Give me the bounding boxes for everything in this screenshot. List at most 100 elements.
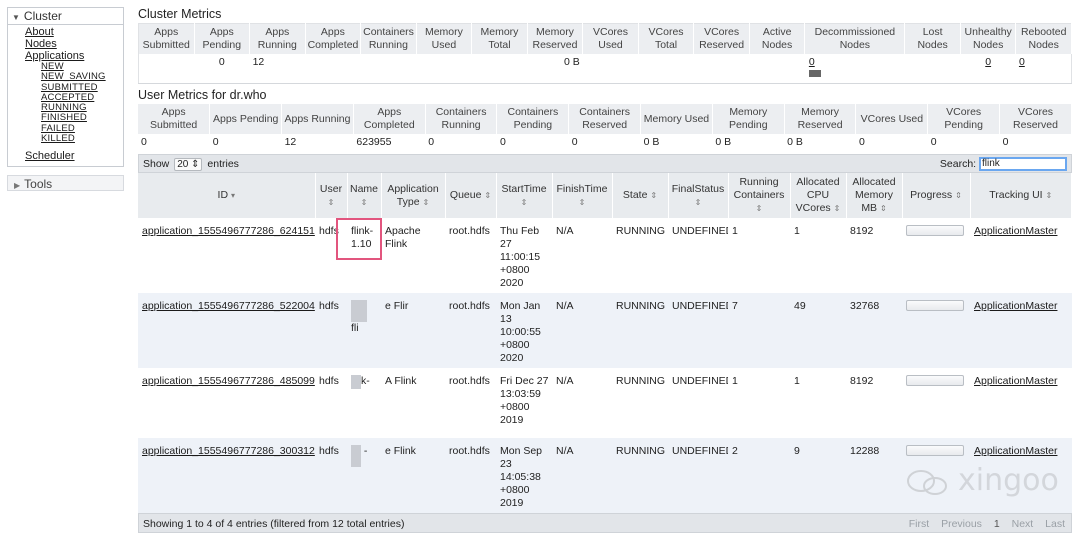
um-value: 0 — [930, 136, 937, 148]
user-metrics-table: Apps Submitted Apps Pending Apps Running… — [138, 104, 1072, 150]
tools-label: Tools — [24, 177, 53, 192]
cm-value — [904, 53, 961, 84]
search-box: Search: flink — [940, 157, 1067, 171]
col-running-containers[interactable]: Running Containers ⇕ — [728, 173, 791, 218]
cm-header: Active Nodes — [749, 23, 806, 54]
um-value: 0 B — [787, 136, 803, 148]
sort-desc-icon: ▾ — [230, 191, 235, 200]
state-cell: RUNNING — [612, 368, 668, 438]
tracking-link[interactable]: ApplicationMaster — [974, 375, 1057, 387]
containers-cell: 1 — [728, 218, 790, 293]
select-arrows-icon: ⇕ — [191, 159, 200, 170]
vcores-cell: 1 — [790, 368, 846, 438]
um-header: Memory Reserved — [784, 104, 857, 134]
pagination: First Previous 1 Next Last — [900, 518, 1065, 530]
finish-cell: N/A — [552, 218, 612, 293]
last-page-button[interactable]: Last — [1045, 518, 1065, 530]
tools-header[interactable]: ▶ Tools — [7, 175, 124, 192]
col-progress[interactable]: Progress ⇕ — [902, 173, 971, 218]
col-allocated-vcores[interactable]: Allocated CPU VCores ⇕ — [790, 173, 847, 218]
col-user[interactable]: User ⇕ — [315, 173, 348, 218]
sort-icon: ⇕ — [1045, 191, 1053, 200]
about-link[interactable]: About — [25, 26, 123, 38]
main-content: Cluster Metrics Apps Submitted Apps Pend… — [138, 7, 1072, 533]
vcores-cell: 1 — [790, 218, 846, 293]
col-state[interactable]: State ⇕ — [612, 173, 669, 218]
col-starttime[interactable]: StartTime ⇕ — [496, 173, 553, 218]
previous-page-button[interactable]: Previous — [941, 518, 982, 530]
sort-icon: ⇕ — [422, 197, 430, 207]
col-id[interactable]: ID ▾ — [138, 173, 316, 218]
search-input[interactable]: flink — [979, 157, 1067, 171]
decommissioned-nodes-link[interactable]: 0 — [809, 56, 815, 68]
app-id-link[interactable]: application_1555496777286_300312 — [142, 445, 315, 457]
cm-value: 0 B — [527, 53, 583, 84]
type-cell: A Flink — [381, 368, 445, 438]
col-finishtime[interactable]: FinishTime ⇕ — [552, 173, 613, 218]
tracking-link[interactable]: ApplicationMaster — [974, 225, 1057, 237]
memory-cell: 8192 — [846, 368, 902, 438]
applications-table: ID ▾ User ⇕ Name ⇕ Application Type ⇕ Queu… — [138, 173, 1072, 513]
applications-link[interactable]: Applications — [25, 50, 123, 62]
unhealthy-nodes-link[interactable]: 0 — [985, 56, 991, 68]
col-allocated-memory[interactable]: Allocated Memory MB ⇕ — [846, 173, 903, 218]
page-1-button[interactable]: 1 — [994, 518, 1000, 530]
col-queue[interactable]: Queue ⇕ — [445, 173, 497, 218]
sort-icon: ⇕ — [327, 197, 335, 207]
nodes-link[interactable]: Nodes — [25, 38, 123, 50]
type-cell: Apache Flink — [381, 218, 445, 293]
name-cell: fli — [347, 293, 381, 368]
um-header: VCores Reserved — [999, 104, 1072, 134]
progress-cell — [902, 218, 970, 293]
cm-value: 0 — [960, 53, 1016, 84]
state-cell: RUNNING — [612, 293, 668, 368]
sidebar: ▼ Cluster About Nodes Applications NEW NE… — [7, 7, 124, 192]
cm-header: Apps Pending — [194, 23, 251, 54]
scheduler-link[interactable]: Scheduler — [25, 150, 123, 162]
cm-value — [138, 53, 195, 84]
cm-header: Apps Running — [249, 23, 306, 54]
entries-select[interactable]: 20 ⇕ — [174, 158, 203, 171]
sort-icon: ⇕ — [520, 197, 528, 207]
cm-value — [416, 53, 472, 84]
table-header-row: ID ▾ User ⇕ Name ⇕ Application Type ⇕ Queu… — [138, 173, 1072, 218]
col-name[interactable]: Name ⇕ — [347, 173, 382, 218]
cm-header: Memory Reserved — [527, 23, 584, 54]
app-id-link[interactable]: application_1555496777286_624151 — [142, 225, 315, 237]
rebooted-nodes-link[interactable]: 0 — [1019, 56, 1025, 68]
cm-header: Lost Nodes — [904, 23, 961, 54]
caret-right-icon: ▶ — [14, 181, 21, 191]
cluster-header[interactable]: ▼ Cluster — [8, 8, 123, 25]
progress-bar — [906, 445, 964, 456]
col-finalstatus[interactable]: FinalStatus ⇕ — [668, 173, 729, 218]
first-page-button[interactable]: First — [909, 518, 929, 530]
um-value: 0 B — [643, 136, 660, 148]
cm-header: Decommissioned Nodes — [804, 23, 906, 54]
um-value: 0 — [428, 136, 435, 148]
cm-value: 0 — [194, 53, 250, 84]
entries-info: Showing 1 to 4 of 4 entries (filtered fr… — [143, 518, 405, 530]
sort-icon: ⇕ — [755, 204, 763, 213]
next-page-button[interactable]: Next — [1012, 518, 1034, 530]
type-cell: e Flink — [381, 438, 445, 513]
queue-cell: root.hdfs — [445, 218, 496, 293]
col-tracking-ui[interactable]: Tracking UI ⇕ — [970, 173, 1072, 218]
cm-header: Rebooted Nodes — [1015, 23, 1072, 54]
final-status-cell: UNDEFINED — [668, 293, 728, 368]
sort-icon: ⇕ — [694, 197, 702, 207]
watermark-text: xingoo — [958, 463, 1059, 498]
cm-header: VCores Reserved — [693, 23, 750, 54]
caret-down-icon: ▼ — [12, 13, 20, 22]
tracking-link[interactable]: ApplicationMaster — [974, 300, 1057, 312]
progress-bar — [906, 300, 964, 311]
type-cell: e Flir — [381, 293, 445, 368]
um-value: 0 — [571, 136, 578, 148]
col-app-type[interactable]: Application Type ⇕ — [381, 173, 446, 218]
state-killed-link[interactable]: KILLED — [25, 133, 123, 144]
cm-value: 0 — [804, 53, 905, 84]
app-id-link[interactable]: application_1555496777286_485099 — [142, 375, 315, 387]
cm-value: 12 — [249, 53, 306, 84]
tracking-link[interactable]: ApplicationMaster — [974, 445, 1057, 457]
containers-cell: 2 — [728, 438, 790, 513]
app-id-link[interactable]: application_1555496777286_522004 — [142, 300, 315, 312]
